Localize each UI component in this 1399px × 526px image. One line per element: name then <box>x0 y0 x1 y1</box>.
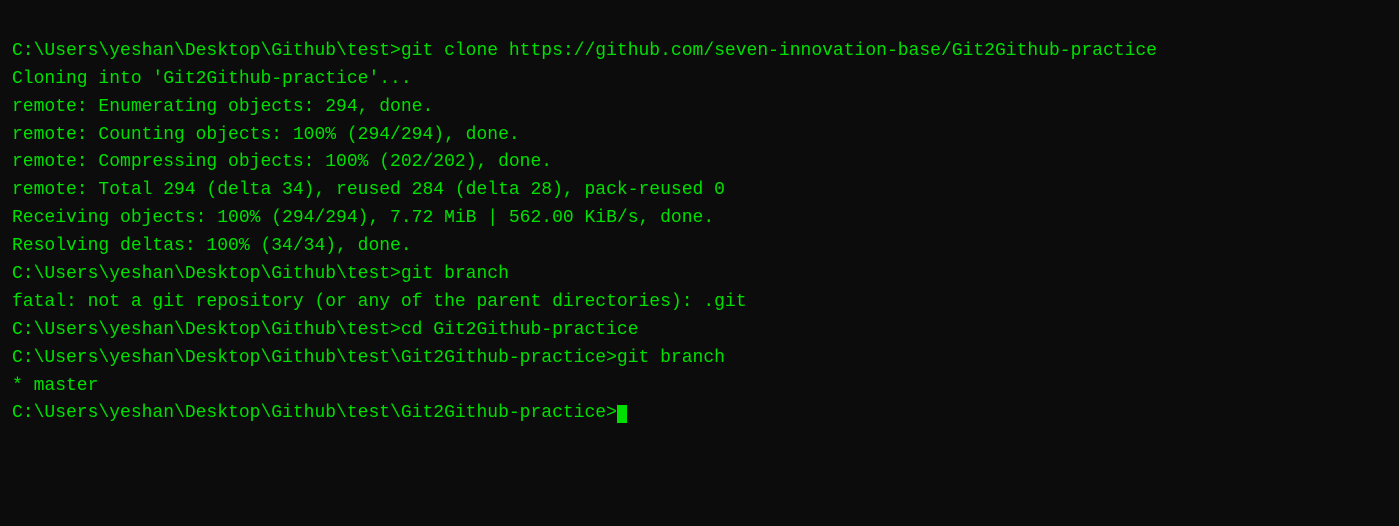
terminal-cursor <box>617 405 627 423</box>
terminal-line: remote: Enumerating objects: 294, done. <box>12 94 1387 122</box>
terminal-line: C:\Users\yeshan\Desktop\Github\test>git … <box>12 38 1387 66</box>
terminal-line: * master <box>12 373 1387 401</box>
terminal-line: Resolving deltas: 100% (34/34), done. <box>12 233 1387 261</box>
terminal-line: C:\Users\yeshan\Desktop\Github\test\Git2… <box>12 400 1387 428</box>
terminal-line: remote: Counting objects: 100% (294/294)… <box>12 122 1387 150</box>
terminal-line: remote: Compressing objects: 100% (202/2… <box>12 149 1387 177</box>
terminal-line: Cloning into 'Git2Github-practice'... <box>12 66 1387 94</box>
terminal-line: Receiving objects: 100% (294/294), 7.72 … <box>12 205 1387 233</box>
terminal-line: C:\Users\yeshan\Desktop\Github\test>cd G… <box>12 317 1387 345</box>
terminal-line: C:\Users\yeshan\Desktop\Github\test\Git2… <box>12 345 1387 373</box>
terminal-window[interactable]: C:\Users\yeshan\Desktop\Github\test>git … <box>0 0 1399 526</box>
terminal-line: C:\Users\yeshan\Desktop\Github\test>git … <box>12 261 1387 289</box>
terminal-line: remote: Total 294 (delta 34), reused 284… <box>12 177 1387 205</box>
terminal-line: fatal: not a git repository (or any of t… <box>12 289 1387 317</box>
